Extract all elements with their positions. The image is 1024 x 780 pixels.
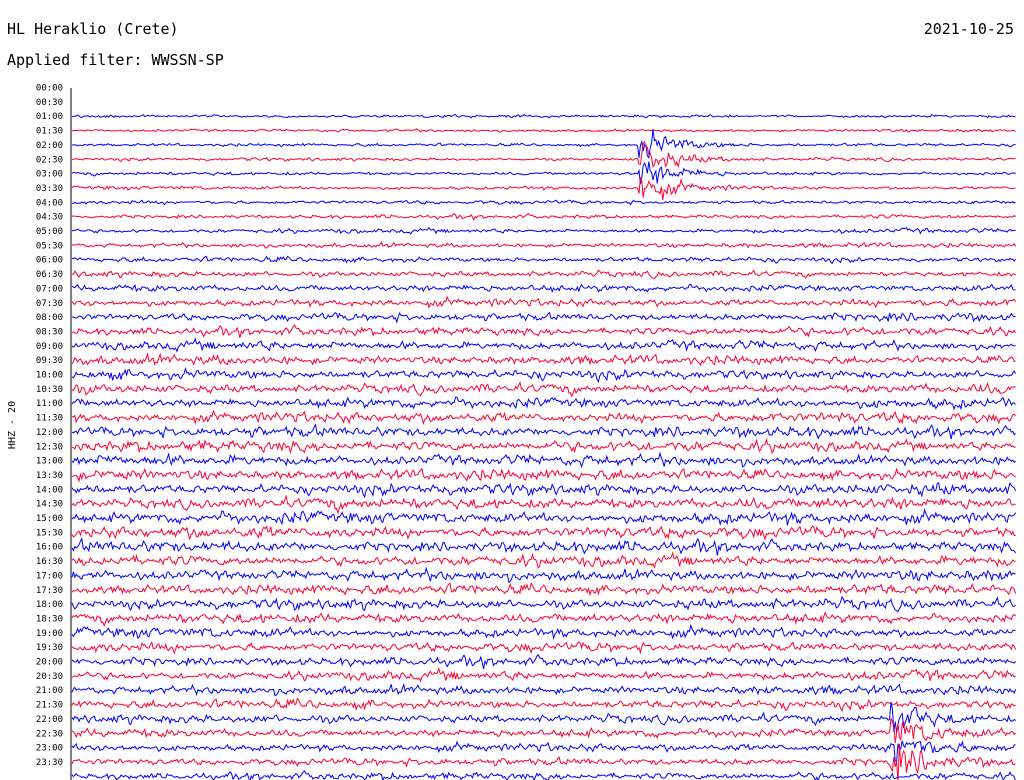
y-tick-label: 14:00	[36, 485, 63, 495]
seismic-trace	[71, 740, 1016, 763]
seismic-trace	[71, 283, 1016, 293]
seismic-trace	[71, 537, 1017, 556]
seismic-trace	[71, 438, 1016, 455]
y-tick-label: 07:00	[36, 284, 63, 294]
seismic-trace	[71, 396, 1016, 411]
seismogram-plot: HHZ - 20 00:0000:3001:0001:3002:0002:300…	[7, 84, 1017, 780]
seismic-trace	[71, 241, 1017, 249]
seismic-trace	[71, 381, 1016, 398]
seismic-trace	[71, 269, 1016, 280]
y-tick-label: 20:30	[36, 672, 63, 682]
y-tick-label: 19:30	[36, 643, 63, 653]
seismic-trace	[72, 226, 1016, 235]
y-tick-label: 15:00	[36, 514, 63, 524]
seismic-trace	[71, 595, 1016, 613]
y-tick-label: 22:00	[36, 715, 63, 725]
seismic-trace	[71, 409, 1017, 426]
y-tick-label: 00:30	[36, 98, 63, 108]
y-tick-label: 11:00	[36, 399, 63, 409]
y-tick-label: 12:30	[36, 442, 63, 452]
seismic-trace	[71, 481, 1017, 499]
y-tick-label: 16:30	[36, 557, 63, 567]
seismic-trace	[71, 367, 1017, 383]
seismic-trace	[71, 494, 1016, 515]
seismic-trace	[71, 177, 1016, 201]
y-tick-label: 09:00	[36, 342, 63, 352]
seismic-trace	[71, 525, 1016, 541]
y-tick-label: 15:30	[36, 528, 63, 538]
trace-group	[71, 114, 1017, 780]
y-tick-label: 05:00	[36, 227, 63, 237]
y-tick-label: 13:00	[36, 457, 63, 467]
seismic-trace	[71, 582, 1017, 597]
y-tick-label: 11:30	[36, 414, 63, 424]
y-tick-label: 06:30	[36, 270, 63, 280]
seismic-trace	[71, 128, 1016, 133]
seismic-trace	[71, 551, 1016, 570]
y-tick-label: 06:00	[36, 256, 63, 266]
y-tick-label: 17:00	[36, 571, 63, 581]
seismic-trace	[71, 653, 1016, 670]
seismic-trace	[71, 467, 1016, 483]
seismic-trace	[71, 337, 1016, 353]
seismic-trace	[71, 641, 1017, 655]
seismic-trace	[71, 114, 1016, 119]
y-tick-label: 02:00	[36, 141, 63, 151]
seismic-trace	[71, 423, 1016, 440]
y-tick-label: 04:00	[36, 198, 63, 208]
y-tick-label: 17:30	[36, 586, 63, 596]
y-tick-label: 05:30	[36, 241, 63, 251]
y-tick-label: 03:00	[36, 170, 63, 180]
seismic-trace	[71, 199, 1016, 206]
seismic-trace	[71, 295, 1017, 310]
y-tick-label: 07:30	[36, 299, 63, 309]
seismic-trace	[71, 770, 1016, 780]
y-tick-label: 18:30	[36, 614, 63, 624]
y-tick-label: 21:30	[36, 701, 63, 711]
y-tick-label: 20:00	[36, 658, 63, 668]
y-tick-label: 21:00	[36, 686, 63, 696]
seismic-trace	[71, 611, 1016, 628]
seismic-trace	[71, 566, 1016, 583]
seismic-trace	[71, 718, 1016, 744]
y-tick-label: 23:00	[36, 744, 63, 754]
seismic-trace	[71, 352, 1016, 367]
seismic-trace	[71, 212, 1016, 222]
y-tick-label: 08:30	[36, 327, 63, 337]
seismic-trace	[71, 255, 1016, 265]
seismic-trace	[71, 324, 1017, 338]
seismic-trace	[71, 161, 1016, 185]
y-tick-label: 16:00	[36, 543, 63, 553]
y-tick-label: 14:30	[36, 500, 63, 510]
seismic-trace	[71, 451, 1016, 469]
y-tick-label: 03:30	[36, 184, 63, 194]
y-tick-label: 12:00	[36, 428, 63, 438]
y-tick-label: 02:30	[36, 155, 63, 165]
y-tick-label: 13:30	[36, 471, 63, 481]
y-tick-label: 10:00	[36, 371, 63, 381]
y-tick-label: 09:30	[36, 356, 63, 366]
seismic-trace	[71, 667, 1016, 683]
seismic-trace	[71, 311, 1016, 324]
y-tick-label: 18:00	[36, 600, 63, 610]
y-tick-label: 08:00	[36, 313, 63, 323]
y-tick-label: 01:30	[36, 127, 63, 137]
seismic-trace	[71, 683, 1017, 697]
seismic-trace	[71, 129, 1016, 159]
y-tick-label: 10:30	[36, 385, 63, 395]
seismic-trace	[71, 697, 1016, 712]
seismic-trace	[71, 623, 1016, 641]
y-tick-label: 23:30	[36, 758, 63, 768]
y-tick-label: 22:30	[36, 729, 63, 739]
y-tick-label: 01:00	[36, 112, 63, 122]
y-tick-label: 19:00	[36, 629, 63, 639]
tick-label-group: 00:00 00:30 01:00 01:30 02:00 02:30 03:00 03:30…	[36, 84, 63, 768]
y-tick-label: 04:30	[36, 213, 63, 223]
channel-label: HHZ - 20	[7, 401, 18, 449]
seismic-trace	[71, 507, 1017, 526]
y-tick-label: 00:00	[36, 84, 63, 94]
